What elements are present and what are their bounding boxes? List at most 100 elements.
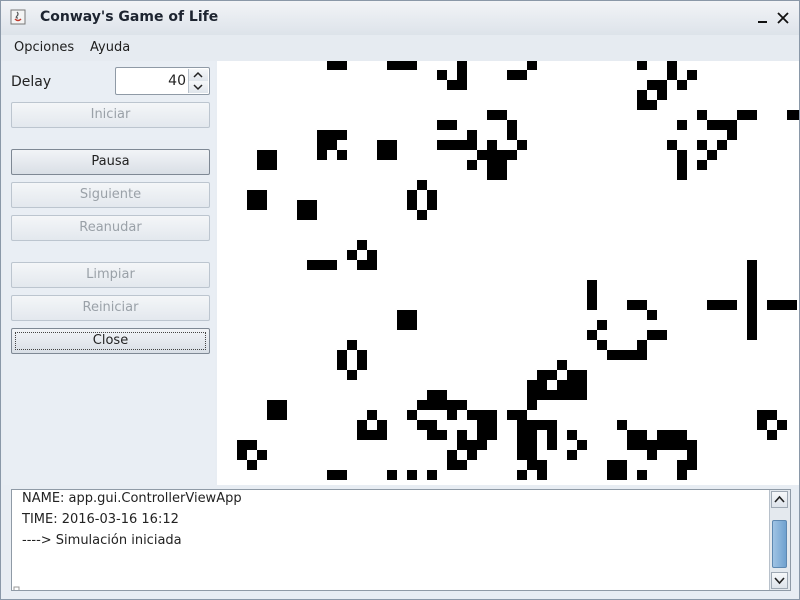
live-cell[interactable] xyxy=(547,370,557,380)
live-cell[interactable] xyxy=(637,61,647,70)
live-cell[interactable] xyxy=(267,160,277,170)
live-cell[interactable] xyxy=(727,130,737,140)
live-cell[interactable] xyxy=(387,140,397,150)
live-cell[interactable] xyxy=(647,450,657,460)
live-cell[interactable] xyxy=(787,300,797,310)
live-cell[interactable] xyxy=(517,440,527,450)
live-cell[interactable] xyxy=(757,410,767,420)
live-cell[interactable] xyxy=(587,300,597,310)
live-cell[interactable] xyxy=(427,470,437,480)
live-cell[interactable] xyxy=(347,370,357,380)
live-cell[interactable] xyxy=(737,110,747,120)
live-cell[interactable] xyxy=(547,430,557,440)
live-cell[interactable] xyxy=(247,190,257,200)
live-cell[interactable] xyxy=(667,430,677,440)
close-button[interactable]: Close xyxy=(11,328,210,354)
live-cell[interactable] xyxy=(487,140,497,150)
live-cell[interactable] xyxy=(717,140,727,150)
live-cell[interactable] xyxy=(267,150,277,160)
live-cell[interactable] xyxy=(637,90,647,100)
live-cell[interactable] xyxy=(347,250,357,260)
live-cell[interactable] xyxy=(457,140,467,150)
close-icon[interactable] xyxy=(775,10,791,26)
live-cell[interactable] xyxy=(497,170,507,180)
live-cell[interactable] xyxy=(527,390,537,400)
live-cell[interactable] xyxy=(327,470,337,480)
limpiar-button[interactable]: Limpiar xyxy=(11,262,210,288)
live-cell[interactable] xyxy=(457,430,467,440)
live-cell[interactable] xyxy=(467,450,477,460)
live-cell[interactable] xyxy=(337,350,347,360)
live-cell[interactable] xyxy=(337,130,347,140)
live-cell[interactable] xyxy=(657,430,667,440)
live-cell[interactable] xyxy=(277,400,287,410)
live-cell[interactable] xyxy=(257,190,267,200)
live-cell[interactable] xyxy=(527,420,537,430)
live-cell[interactable] xyxy=(567,380,577,390)
live-cell[interactable] xyxy=(767,430,777,440)
live-cell[interactable] xyxy=(267,410,277,420)
live-cell[interactable] xyxy=(747,320,757,330)
live-cell[interactable] xyxy=(337,360,347,370)
live-cell[interactable] xyxy=(437,400,447,410)
spinner-up-icon[interactable] xyxy=(188,69,208,81)
live-cell[interactable] xyxy=(527,450,537,460)
live-cell[interactable] xyxy=(677,170,687,180)
live-cell[interactable] xyxy=(747,280,757,290)
live-cell[interactable] xyxy=(607,460,617,470)
live-cell[interactable] xyxy=(427,190,437,200)
scroll-thumb[interactable] xyxy=(772,520,787,568)
live-cell[interactable] xyxy=(587,280,597,290)
live-cell[interactable] xyxy=(457,61,467,70)
live-cell[interactable] xyxy=(267,400,277,410)
live-cell[interactable] xyxy=(787,110,797,120)
live-cell[interactable] xyxy=(447,140,457,150)
live-cell[interactable] xyxy=(667,61,677,70)
live-cell[interactable] xyxy=(627,300,637,310)
live-cell[interactable] xyxy=(407,61,417,70)
siguiente-button[interactable]: Siguiente xyxy=(11,182,210,208)
live-cell[interactable] xyxy=(407,410,417,420)
live-cell[interactable] xyxy=(357,240,367,250)
live-cell[interactable] xyxy=(517,70,527,80)
live-cell[interactable] xyxy=(687,440,697,450)
live-cell[interactable] xyxy=(437,430,447,440)
live-cell[interactable] xyxy=(337,61,347,70)
live-cell[interactable] xyxy=(697,140,707,150)
live-cell[interactable] xyxy=(637,100,647,110)
live-cell[interactable] xyxy=(537,460,547,470)
live-cell[interactable] xyxy=(657,330,667,340)
scroll-up-icon[interactable] xyxy=(771,491,788,508)
live-cell[interactable] xyxy=(487,410,497,420)
live-cell[interactable] xyxy=(527,430,537,440)
live-cell[interactable] xyxy=(397,61,407,70)
live-cell[interactable] xyxy=(667,440,677,450)
live-cell[interactable] xyxy=(447,460,457,470)
live-cell[interactable] xyxy=(467,130,477,140)
live-cell[interactable] xyxy=(257,200,267,210)
live-cell[interactable] xyxy=(527,440,537,450)
live-cell[interactable] xyxy=(327,140,337,150)
live-cell[interactable] xyxy=(637,440,647,450)
live-cell[interactable] xyxy=(377,140,387,150)
live-cell[interactable] xyxy=(367,430,377,440)
spinner-down-icon[interactable] xyxy=(188,81,208,93)
live-cell[interactable] xyxy=(577,390,587,400)
live-cell[interactable] xyxy=(797,110,799,120)
live-cell[interactable] xyxy=(637,350,647,360)
live-cell[interactable] xyxy=(457,400,467,410)
pausa-button[interactable]: Pausa xyxy=(11,149,210,175)
live-cell[interactable] xyxy=(527,400,537,410)
live-cell[interactable] xyxy=(477,150,487,160)
live-cell[interactable] xyxy=(657,80,667,90)
live-cell[interactable] xyxy=(427,420,437,430)
live-cell[interactable] xyxy=(377,150,387,160)
live-cell[interactable] xyxy=(537,420,547,430)
live-cell[interactable] xyxy=(407,190,417,200)
live-cell[interactable] xyxy=(507,410,517,420)
log-area[interactable]: NAME: app.gui.ControllerViewApp TIME: 20… xyxy=(11,489,791,591)
live-cell[interactable] xyxy=(747,110,757,120)
live-cell[interactable] xyxy=(357,360,367,370)
menu-ayuda[interactable]: Ayuda xyxy=(90,40,130,55)
menu-opciones[interactable]: Opciones xyxy=(14,40,74,55)
